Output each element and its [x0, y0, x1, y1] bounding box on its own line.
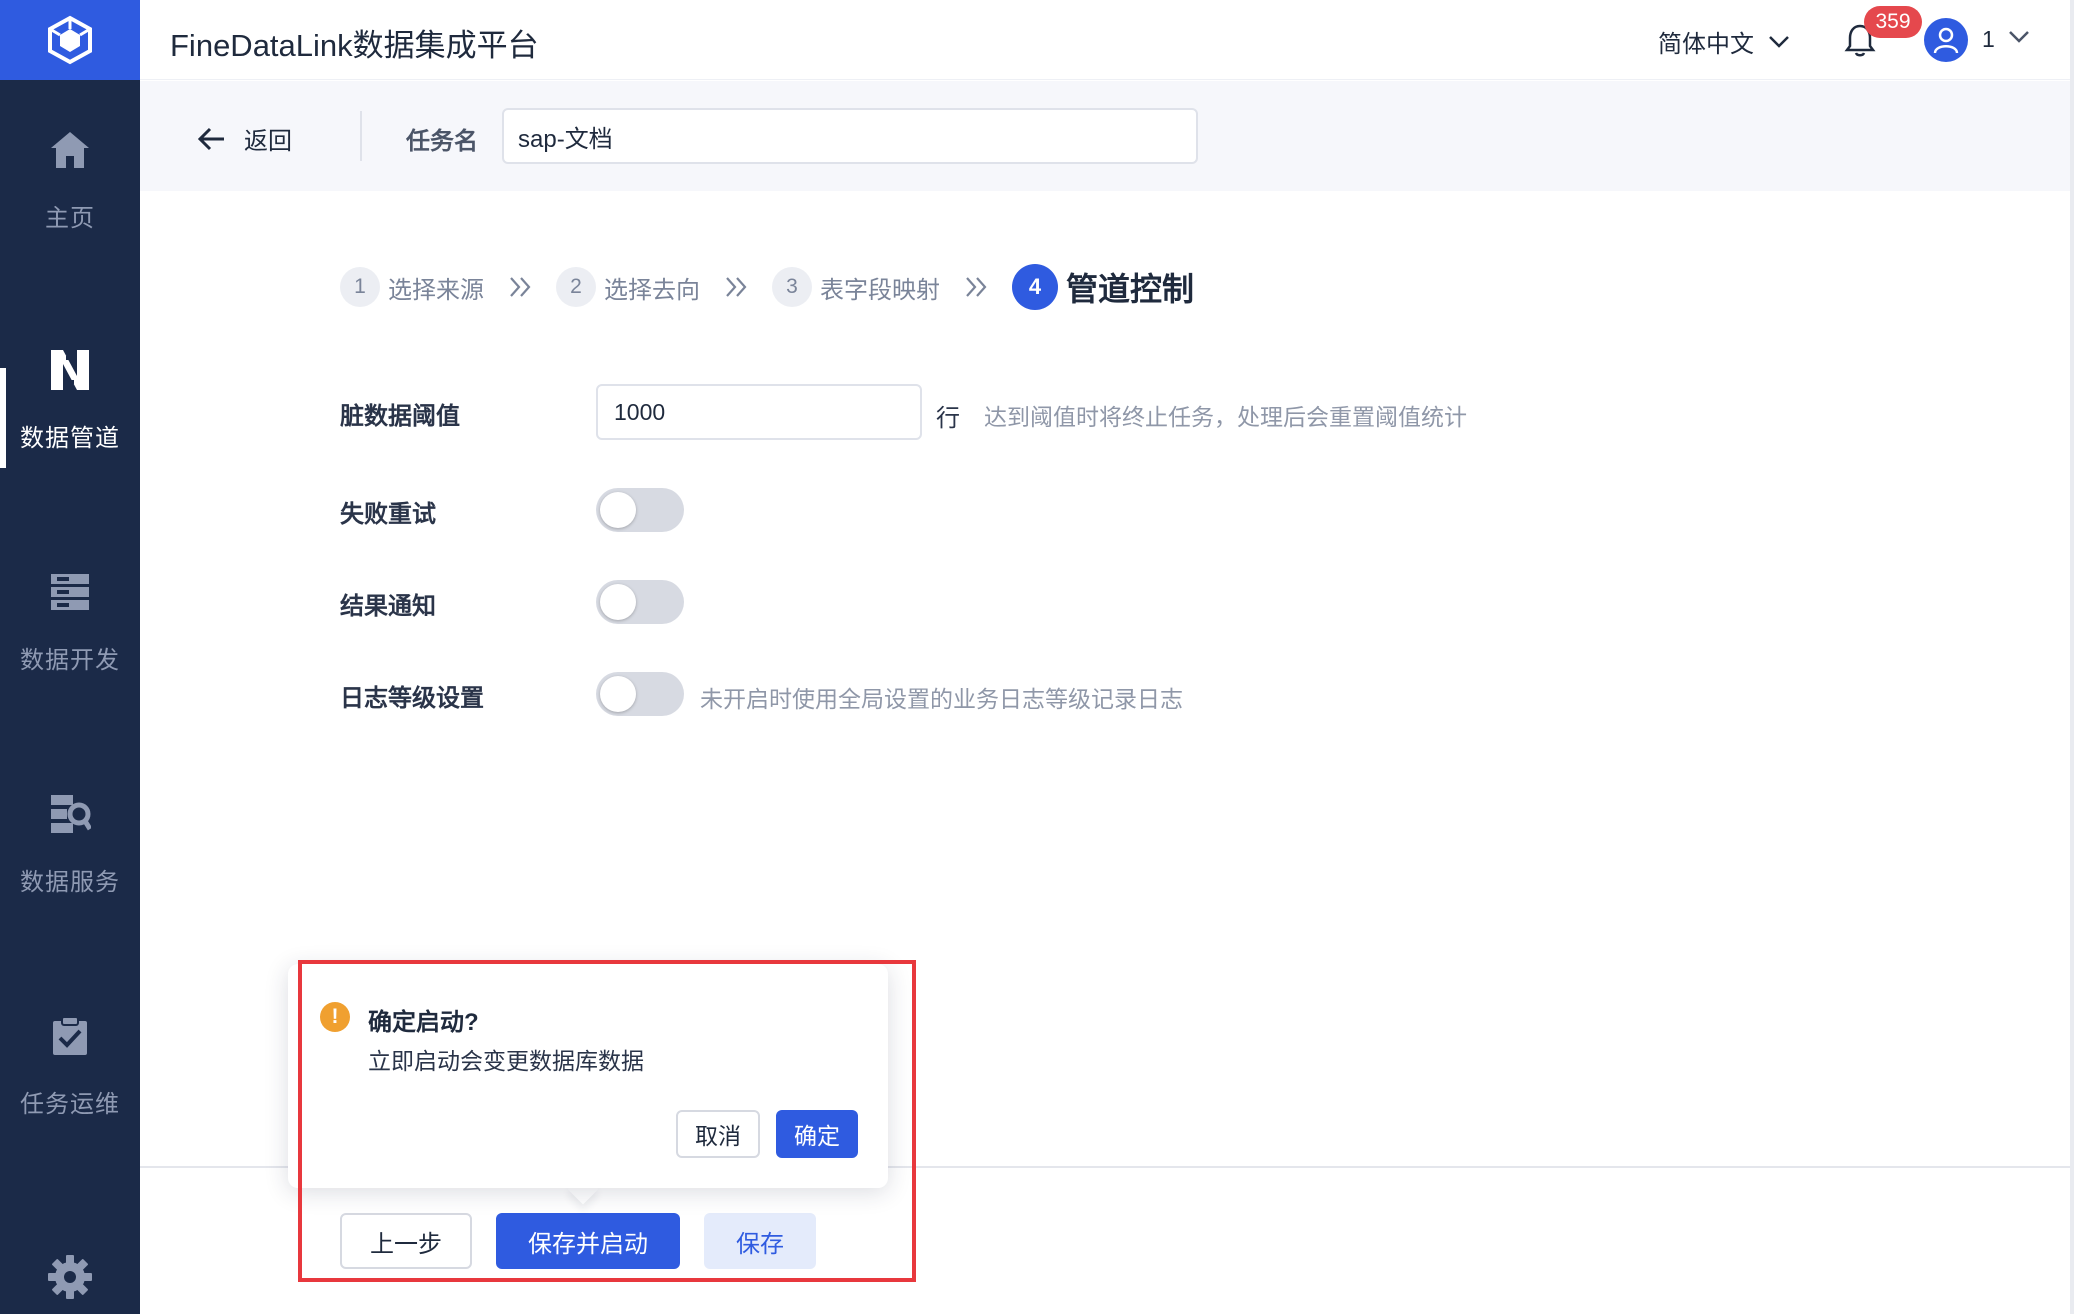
confirm-popover: ! 确定启动? 立即启动会变更数据库数据 取消 确定 [288, 964, 888, 1188]
popover-title: 确定启动? [368, 1009, 479, 1036]
sidebar-item-data-pipeline[interactable]: 数据管道 [0, 320, 140, 480]
data-service-icon [48, 792, 92, 836]
data-dev-icon [48, 570, 92, 614]
step-select-target[interactable]: 2 选择去向 [556, 267, 700, 307]
cancel-button[interactable]: 取消 [676, 1110, 760, 1158]
double-chevron-right-icon [508, 276, 532, 298]
toggle-knob [600, 492, 636, 528]
notification-badge: 359 [1864, 6, 1922, 38]
dirty-threshold-label: 脏数据阈值 [340, 403, 460, 430]
step-number: 1 [340, 267, 380, 307]
sidebar-item-label: 任务运维 [20, 1090, 120, 1118]
threshold-unit: 行 [936, 405, 960, 432]
logo-icon [48, 15, 92, 65]
app-logo[interactable] [0, 0, 140, 80]
chevron-down-icon[interactable] [2008, 30, 2030, 44]
save-button[interactable]: 保存 [704, 1213, 816, 1269]
home-icon [48, 128, 92, 172]
task-name-label: 任务名 [406, 128, 478, 155]
step-number: 2 [556, 267, 596, 307]
step-label: 选择来源 [388, 276, 484, 304]
sidebar-item-task-ops[interactable]: 任务运维 [0, 986, 140, 1146]
double-chevron-right-icon [964, 276, 988, 298]
sidebar: 主页 数据管道 数据开发 数据服务 任务运维 [0, 0, 140, 1314]
settings-button[interactable] [47, 1254, 93, 1300]
task-header: 返回 任务名 [140, 81, 2074, 191]
sidebar-item-data-service[interactable]: 数据服务 [0, 764, 140, 924]
data-pipeline-icon [48, 348, 92, 392]
step-field-mapping[interactable]: 3 表字段映射 [772, 267, 940, 307]
toggle-knob [600, 584, 636, 620]
fail-retry-label: 失败重试 [340, 501, 436, 528]
prev-step-button[interactable]: 上一步 [340, 1213, 472, 1269]
fail-retry-toggle[interactable] [596, 488, 684, 532]
divider [360, 111, 362, 161]
task-name-input[interactable] [502, 108, 1198, 164]
back-label: 返回 [244, 128, 292, 155]
step-label: 表字段映射 [820, 276, 940, 304]
step-indicator: 1 选择来源 2 选择去向 3 表字段映射 4 管道控制 [340, 262, 1194, 312]
confirm-button[interactable]: 确定 [776, 1110, 858, 1158]
log-level-label: 日志等级设置 [340, 685, 484, 712]
toggle-knob [600, 676, 636, 712]
double-chevron-right-icon [724, 276, 748, 298]
language-label: 简体中文 [1658, 31, 1754, 58]
window-edge [2070, 0, 2074, 1314]
sidebar-item-label: 数据开发 [20, 646, 120, 674]
step-label: 选择去向 [604, 276, 700, 304]
sidebar-item-label: 主页 [45, 204, 95, 232]
back-button[interactable]: 返回 [198, 121, 292, 156]
popover-message: 立即启动会变更数据库数据 [368, 1048, 644, 1074]
app-title: FineDataLink数据集成平台 [170, 28, 539, 63]
sidebar-item-home[interactable]: 主页 [0, 100, 140, 260]
step-number: 4 [1012, 264, 1058, 310]
log-level-hint: 未开启时使用全局设置的业务日志等级记录日志 [700, 686, 1183, 712]
arrow-left-icon [198, 127, 224, 150]
user-name: 1 [1982, 26, 1995, 52]
sidebar-item-label: 数据管道 [20, 424, 120, 452]
threshold-hint: 达到阈值时将终止任务，处理后会重置阈值统计 [984, 404, 1467, 430]
step-label: 管道控制 [1066, 271, 1195, 307]
language-select[interactable]: 简体中文 [1658, 24, 1790, 59]
step-number: 3 [772, 267, 812, 307]
sidebar-item-label: 数据服务 [20, 868, 120, 896]
sidebar-item-data-dev[interactable]: 数据开发 [0, 542, 140, 702]
gear-icon [48, 1255, 92, 1299]
log-level-toggle[interactable] [596, 672, 684, 716]
user-icon [1933, 27, 1959, 54]
top-bar: FineDataLink数据集成平台 简体中文 359 1 [140, 0, 2074, 80]
step-pipeline-control[interactable]: 4 管道控制 [1012, 264, 1194, 310]
result-notify-label: 结果通知 [340, 593, 436, 620]
avatar[interactable] [1924, 18, 1968, 62]
warning-icon: ! [320, 1002, 350, 1032]
step-select-source[interactable]: 1 选择来源 [340, 267, 484, 307]
chevron-down-icon [1769, 35, 1789, 48]
task-ops-icon [48, 1014, 92, 1058]
result-notify-toggle[interactable] [596, 580, 684, 624]
dirty-threshold-input[interactable] [596, 384, 922, 440]
save-and-start-button[interactable]: 保存并启动 [496, 1213, 680, 1269]
